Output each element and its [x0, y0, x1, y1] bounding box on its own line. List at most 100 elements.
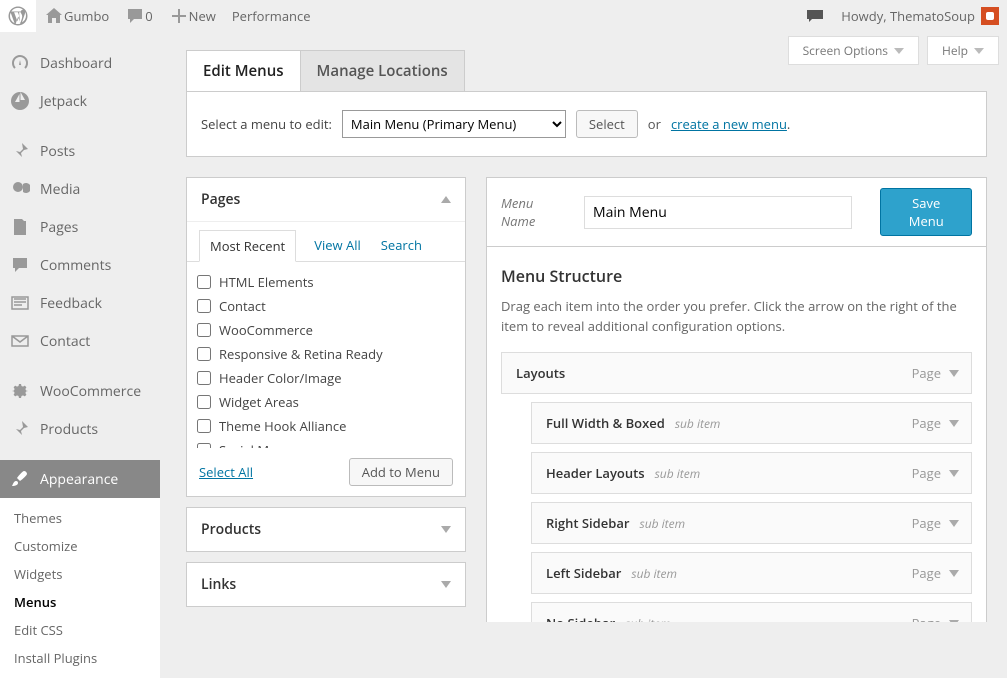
- menu-items-list: LayoutsPage Full Width & Boxedsub itemPag…: [501, 352, 972, 622]
- metabox-links: Links: [186, 562, 466, 607]
- page-checkbox[interactable]: [197, 395, 211, 409]
- menu-select[interactable]: Main Menu (Primary Menu): [342, 110, 566, 138]
- menu-item[interactable]: Header Layoutssub itemPage: [531, 452, 972, 494]
- sidebar-item-dashboard[interactable]: Dashboard: [0, 44, 160, 82]
- help-button[interactable]: Help: [927, 36, 999, 65]
- metabox-pages-header[interactable]: Pages: [187, 178, 465, 222]
- page-item-label: Theme Hook Alliance: [219, 417, 346, 435]
- create-menu-link[interactable]: create a new menu: [671, 115, 787, 133]
- page-item-label: Social Menu: [219, 441, 292, 448]
- menu-item-sub: sub item: [675, 415, 721, 432]
- menu-item[interactable]: No Sidebarsub itemPage: [531, 602, 972, 622]
- pages-tab-search[interactable]: Search: [379, 230, 424, 261]
- sidebar-item-media[interactable]: Media: [0, 170, 160, 208]
- chevron-down-icon[interactable]: [949, 370, 959, 377]
- chevron-up-icon: [441, 196, 451, 203]
- envelope-icon: [10, 331, 30, 351]
- page-checklist-item[interactable]: WooCommerce: [197, 318, 455, 342]
- sidebar-item-posts[interactable]: Posts: [0, 132, 160, 170]
- page-checklist-item[interactable]: HTML Elements: [197, 270, 455, 294]
- sidebar-item-woocommerce[interactable]: WooCommerce: [0, 372, 160, 410]
- page-checkbox[interactable]: [197, 347, 211, 361]
- save-menu-button[interactable]: Save Menu: [880, 188, 972, 236]
- plus-icon: [169, 6, 189, 26]
- page-checkbox[interactable]: [197, 323, 211, 337]
- menu-name-input[interactable]: [584, 196, 852, 229]
- or-text: or: [648, 115, 661, 133]
- sidebar-item-appearance[interactable]: Appearance: [0, 460, 160, 498]
- submenu-edit-css[interactable]: Edit CSS: [0, 616, 160, 644]
- pages-tab-recent[interactable]: Most Recent: [199, 230, 296, 262]
- submenu-install-plugins[interactable]: Install Plugins: [0, 644, 160, 672]
- my-account[interactable]: Howdy, ThematoSoup: [833, 0, 1007, 32]
- page-checklist-item[interactable]: Responsive & Retina Ready: [197, 342, 455, 366]
- metabox-products-header[interactable]: Products: [187, 508, 465, 551]
- menu-item-sub: sub item: [625, 615, 671, 623]
- comments-icon: [10, 255, 30, 275]
- site-name-menu[interactable]: Gumbo: [36, 0, 117, 32]
- new-content-menu[interactable]: New: [161, 0, 224, 32]
- chevron-down-icon: [974, 48, 984, 54]
- page-checkbox[interactable]: [197, 443, 211, 448]
- add-to-menu-button[interactable]: Add to Menu: [349, 458, 453, 486]
- sidebar-item-products[interactable]: Products: [0, 410, 160, 448]
- menu-edit-column: Menu Name Save Menu Menu Structure Drag …: [486, 177, 987, 622]
- menu-item[interactable]: LayoutsPage: [501, 352, 972, 394]
- page-checklist-item[interactable]: Header Color/Image: [197, 366, 455, 390]
- comment-count: 0: [145, 7, 152, 25]
- page-checklist-item[interactable]: Widget Areas: [197, 390, 455, 414]
- chat-icon: [805, 6, 825, 26]
- comments-menu[interactable]: 0: [117, 0, 160, 32]
- chevron-down-icon[interactable]: [949, 420, 959, 427]
- notifications-menu[interactable]: [797, 0, 833, 32]
- submenu-menus[interactable]: Menus: [0, 588, 160, 616]
- menu-item-type: Page: [912, 464, 941, 482]
- sidebar-item-comments[interactable]: Comments: [0, 246, 160, 284]
- menu-item-title: Left Sidebar: [546, 564, 621, 582]
- chevron-down-icon[interactable]: [949, 520, 959, 527]
- new-label: New: [189, 7, 216, 25]
- menu-item[interactable]: Full Width & Boxedsub itemPage: [531, 402, 972, 444]
- menu-item-title: No Sidebar: [546, 614, 615, 622]
- dashboard-icon: [10, 53, 30, 73]
- menu-item-type: Page: [912, 514, 941, 532]
- sidebar-item-jetpack[interactable]: Jetpack: [0, 82, 160, 120]
- menu-item[interactable]: Right Sidebarsub itemPage: [531, 502, 972, 544]
- page-checkbox[interactable]: [197, 299, 211, 313]
- submenu-customize[interactable]: Customize: [0, 532, 160, 560]
- pages-checklist[interactable]: HTML ElementsContactWooCommerceResponsiv…: [187, 262, 465, 448]
- wp-logo-menu[interactable]: [0, 0, 36, 32]
- screen-options-button[interactable]: Screen Options: [788, 36, 919, 65]
- pin-icon: [10, 141, 30, 161]
- wordpress-icon: [8, 6, 28, 26]
- page-checkbox[interactable]: [197, 371, 211, 385]
- menu-item-sub: sub item: [655, 465, 701, 482]
- tab-edit-menus[interactable]: Edit Menus: [186, 50, 301, 91]
- sidebar-item-feedback[interactable]: Feedback: [0, 284, 160, 322]
- menu-settings-column: Pages Most Recent View All Search HTML E…: [186, 177, 466, 622]
- page-checklist-item[interactable]: Theme Hook Alliance: [197, 414, 455, 438]
- sidebar-item-pages[interactable]: Pages: [0, 208, 160, 246]
- menu-name-bar: Menu Name Save Menu: [486, 177, 987, 247]
- submenu-widgets[interactable]: Widgets: [0, 560, 160, 588]
- sidebar-item-contact[interactable]: Contact: [0, 322, 160, 360]
- page-checkbox[interactable]: [197, 275, 211, 289]
- menu-structure-desc: Drag each item into the order you prefer…: [501, 297, 972, 336]
- howdy-text: Howdy, ThematoSoup: [841, 7, 975, 25]
- page-checklist-item[interactable]: Contact: [197, 294, 455, 318]
- metabox-links-header[interactable]: Links: [187, 563, 465, 606]
- select-button[interactable]: Select: [576, 110, 638, 138]
- performance-menu[interactable]: Performance: [224, 0, 319, 32]
- page-checkbox[interactable]: [197, 419, 211, 433]
- page-checklist-item[interactable]: Social Menu: [197, 438, 455, 448]
- menu-item[interactable]: Left Sidebarsub itemPage: [531, 552, 972, 594]
- menu-item-sub: sub item: [640, 515, 686, 532]
- select-all-link[interactable]: Select All: [199, 463, 253, 481]
- pages-tab-viewall[interactable]: View All: [312, 230, 363, 261]
- chevron-down-icon[interactable]: [949, 470, 959, 477]
- feedback-icon: [10, 293, 30, 313]
- brush-icon: [10, 469, 30, 489]
- submenu-themes[interactable]: Themes: [0, 504, 160, 532]
- tab-manage-locations[interactable]: Manage Locations: [301, 50, 465, 91]
- chevron-down-icon[interactable]: [949, 570, 959, 577]
